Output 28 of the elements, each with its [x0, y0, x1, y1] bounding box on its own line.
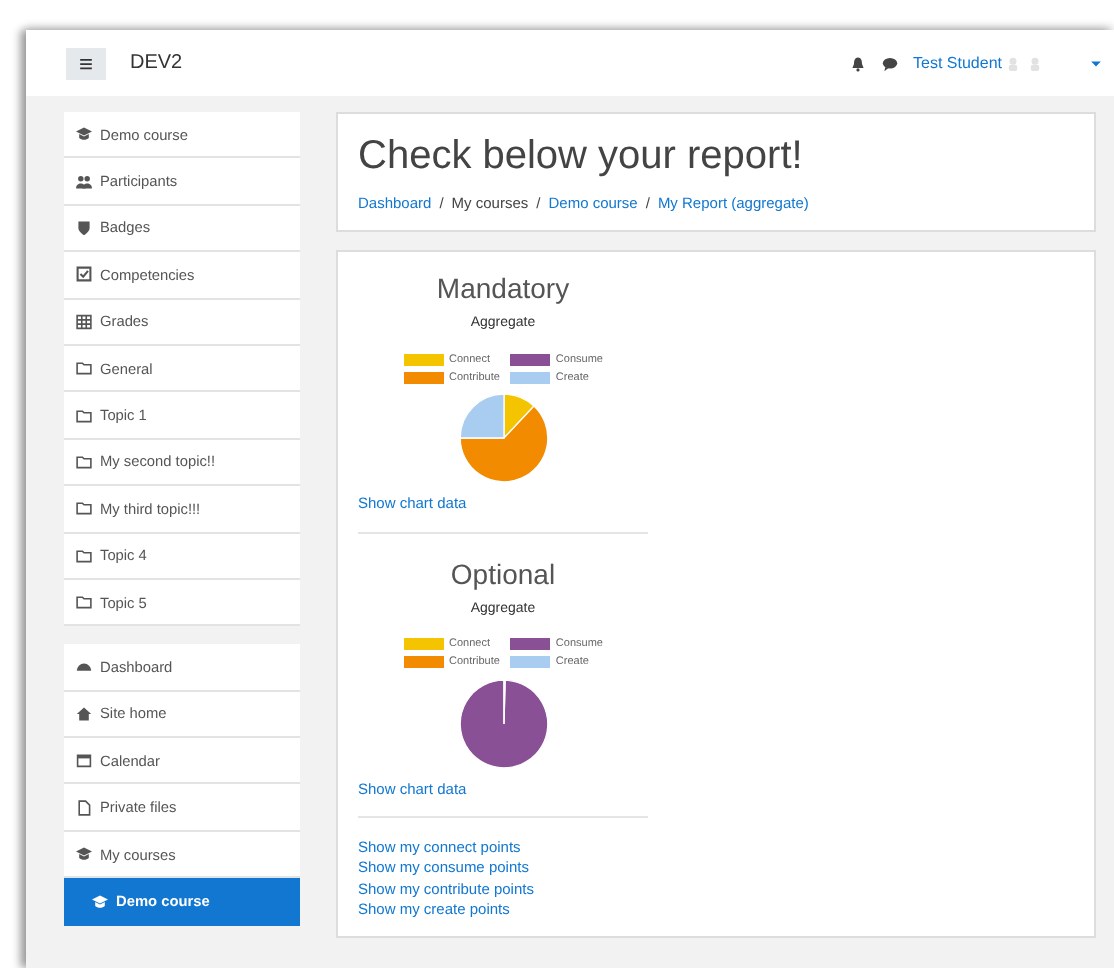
chart-title: Mandatory: [436, 270, 570, 309]
pie-chart: [457, 392, 549, 485]
folder-icon: [76, 360, 92, 377]
table-icon: [76, 313, 92, 330]
shield-icon: [76, 219, 92, 236]
checkbox-icon: [76, 266, 92, 283]
folder-icon: [76, 594, 92, 611]
page-title: Check below your report!: [358, 132, 805, 180]
graduation-cap-icon: [76, 126, 92, 143]
user-name[interactable]: Test Student: [913, 51, 1002, 75]
folder-icon: [76, 407, 92, 424]
pie-chart: [457, 677, 549, 769]
folder-icon: [76, 453, 92, 470]
file-icon: [76, 799, 92, 816]
caret-icon: [1090, 57, 1102, 69]
chart-title: Optional: [450, 555, 556, 594]
folder-icon: [76, 500, 92, 517]
dashboard-icon: [76, 658, 92, 675]
calendar-icon: [76, 752, 92, 769]
chat-icon: [881, 55, 898, 71]
bell-icon: [849, 55, 866, 71]
people-icon: [76, 173, 92, 190]
menu-button[interactable]: ≡: [66, 47, 106, 79]
folder-icon: [76, 547, 92, 564]
home-icon: [76, 705, 92, 722]
graduation-cap-icon: [92, 893, 108, 910]
site-name[interactable]: DEV2: [130, 48, 183, 78]
graduation-cap-icon: [76, 846, 92, 863]
